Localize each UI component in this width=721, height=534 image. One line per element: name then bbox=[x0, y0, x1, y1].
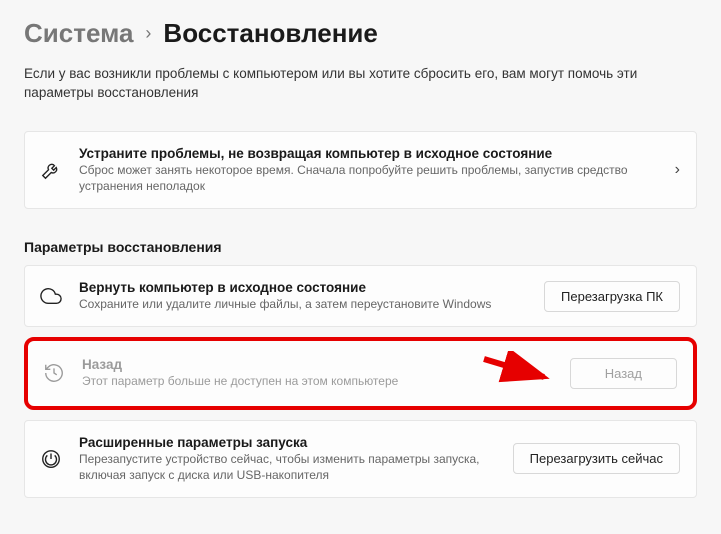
go-back-title: Назад bbox=[82, 357, 556, 372]
advanced-startup-subtitle: Перезапустите устройство сейчас, чтобы и… bbox=[79, 451, 499, 483]
wrench-icon bbox=[37, 156, 65, 184]
go-back-button: Назад bbox=[570, 358, 677, 389]
breadcrumb-parent[interactable]: Система bbox=[24, 18, 133, 49]
chevron-right-icon: › bbox=[145, 23, 151, 44]
page-description: Если у вас возникли проблемы с компьютер… bbox=[24, 65, 664, 103]
cloud-reset-icon bbox=[37, 282, 65, 310]
gear-power-icon bbox=[37, 445, 65, 473]
reset-pc-card: Вернуть компьютер в исходное состояние С… bbox=[24, 265, 697, 327]
breadcrumb: Система › Восстановление bbox=[24, 18, 697, 49]
reset-pc-title: Вернуть компьютер в исходное состояние bbox=[79, 280, 530, 295]
reset-pc-subtitle: Сохраните или удалите личные файлы, а за… bbox=[79, 296, 530, 312]
go-back-subtitle: Этот параметр больше не доступен на этом… bbox=[82, 373, 556, 389]
troubleshoot-subtitle: Сброс может занять некоторое время. Снач… bbox=[79, 162, 661, 194]
section-title: Параметры восстановления bbox=[24, 239, 697, 255]
page-title: Восстановление bbox=[163, 18, 377, 49]
advanced-startup-card: Расширенные параметры запуска Перезапуст… bbox=[24, 420, 697, 498]
go-back-card: Назад Этот параметр больше не доступен н… bbox=[24, 337, 697, 409]
troubleshoot-card[interactable]: Устраните проблемы, не возвращая компьют… bbox=[24, 131, 697, 209]
reset-pc-button[interactable]: Перезагрузка ПК bbox=[544, 281, 680, 312]
advanced-startup-title: Расширенные параметры запуска bbox=[79, 435, 499, 450]
troubleshoot-title: Устраните проблемы, не возвращая компьют… bbox=[79, 146, 661, 161]
history-icon bbox=[40, 359, 68, 387]
restart-now-button[interactable]: Перезагрузить сейчас bbox=[513, 443, 680, 474]
chevron-right-icon: › bbox=[675, 161, 680, 179]
